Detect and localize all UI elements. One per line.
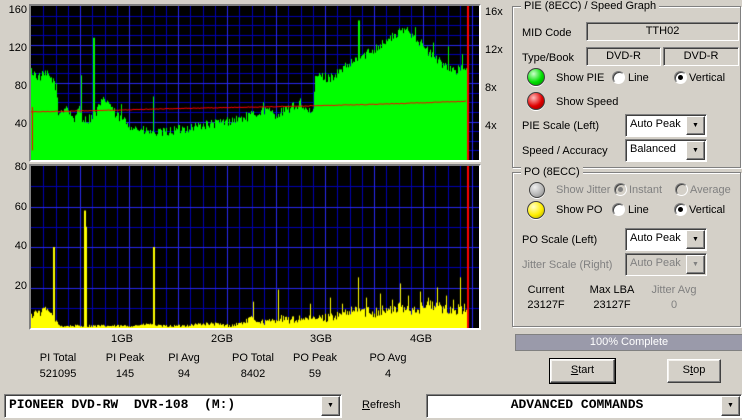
max-lba: Max LBA 23127F — [577, 284, 647, 311]
type-field: DVD-R — [586, 47, 661, 66]
show-speed-led-button[interactable] — [527, 92, 545, 110]
show-jitter-label: Show Jitter — [556, 184, 611, 196]
advanced-commands-value: ADVANCED COMMANDS — [510, 397, 644, 412]
po-scale-label: PO Scale (Left) — [522, 234, 598, 246]
radio-pie-vertical[interactable] — [674, 71, 687, 84]
jitter-avg: Jitter Avg 0 — [639, 284, 709, 311]
stat-label: PO Avg — [369, 352, 407, 364]
radio-pie-line[interactable] — [612, 71, 625, 84]
mid-code-label: MID Code — [522, 27, 572, 39]
jitter-avg-value: 0 — [670, 299, 678, 311]
progress-bar: 100% Complete — [515, 334, 742, 351]
po-group-title: PO (8ECC) — [521, 166, 583, 178]
pie-scale-combo[interactable]: Auto Peak ▼ — [625, 114, 707, 137]
radio-pie-vertical-label: Vertical — [689, 72, 726, 84]
dropdown-arrow-icon: ▼ — [327, 402, 334, 409]
speed-accuracy-combo[interactable]: Balanced ▼ — [625, 139, 707, 162]
max-lba-label: Max LBA — [589, 284, 635, 296]
pie-axis-tick: 80 — [14, 80, 27, 92]
stat-po-avg: PO Avg 4 — [348, 352, 428, 380]
jitter-scale-label: Jitter Scale (Right) — [522, 259, 613, 271]
speed-axis-tick: 4x — [485, 120, 497, 132]
book-field: DVD-R — [663, 47, 739, 66]
show-po-led-button[interactable] — [527, 201, 545, 219]
current-lba: Current 23127F — [511, 284, 581, 311]
dropdown-arrow-icon: ▼ — [692, 122, 699, 129]
advanced-commands-combo-button[interactable]: ▼ — [721, 396, 740, 416]
x-axis-tick: 1GB — [110, 333, 133, 345]
radio-po-line-label: Line — [628, 204, 649, 216]
po-axis-tick: 40 — [14, 240, 27, 252]
drive-select-value: PIONEER DVD-RW DVR-108 (M:) — [9, 397, 236, 412]
stat-value: 4 — [384, 368, 392, 380]
po-scale-combo-button[interactable]: ▼ — [686, 230, 705, 249]
current-value: 23127F — [527, 299, 565, 311]
pie-scale-combo-button[interactable]: ▼ — [686, 116, 705, 135]
radio-jitter-average-label: Average — [690, 184, 731, 196]
show-pie-led-button[interactable] — [527, 68, 545, 86]
pie-axis-tick: 40 — [14, 118, 27, 130]
po-scale-combo[interactable]: Auto Peak ▼ — [625, 228, 707, 251]
pie-speed-graph — [29, 4, 481, 162]
stat-label: PO Peak — [292, 352, 338, 364]
dropdown-arrow-icon: ▼ — [727, 402, 734, 409]
speed-accuracy-combo-button[interactable]: ▼ — [686, 141, 705, 160]
po-axis-tick: 20 — [14, 280, 27, 292]
drive-select-combo-button[interactable]: ▼ — [321, 396, 340, 416]
po-graph — [29, 164, 481, 330]
jitter-avg-label: Jitter Avg — [651, 284, 697, 296]
start-button[interactable]: Start — [549, 358, 616, 384]
stat-label: PI Avg — [168, 352, 200, 364]
mid-code-field: TTH02 — [586, 22, 739, 41]
dropdown-arrow-icon: ▼ — [692, 236, 699, 243]
speed-accuracy-label: Speed / Accuracy — [522, 145, 608, 157]
pie-scale-label: PIE Scale (Left) — [522, 120, 600, 132]
jitter-scale-combo-button: ▼ — [686, 255, 705, 274]
refresh-link[interactable]: Refresh — [362, 399, 401, 411]
current-label: Current — [527, 284, 565, 296]
speed-accuracy-value: Balanced — [630, 143, 676, 155]
radio-jitter-instant-label: Instant — [629, 184, 663, 196]
show-pie-label: Show PIE — [556, 72, 605, 84]
max-lba-value: 23127F — [593, 299, 631, 311]
type-book-label: Type/Book — [522, 52, 574, 64]
disc-quality-scan-app: 160 120 80 40 16x 12x 8x 4x 80 60 40 20 … — [0, 0, 742, 420]
stop-button[interactable]: Stop — [667, 359, 721, 383]
show-jitter-led-button — [529, 182, 545, 198]
x-axis-tick: 4GB — [409, 333, 432, 345]
pie-axis-tick: 160 — [8, 4, 27, 16]
show-speed-label: Show Speed — [556, 96, 619, 108]
speed-axis-tick: 8x — [485, 82, 497, 94]
speed-axis-tick: 16x — [485, 6, 503, 18]
advanced-commands-combo[interactable]: ADVANCED COMMANDS ▼ — [426, 394, 742, 418]
stat-po-peak: PO Peak 59 — [275, 352, 355, 380]
po-axis-tick: 80 — [14, 161, 27, 173]
radio-po-vertical-label: Vertical — [689, 204, 726, 216]
radio-pie-line-label: Line — [628, 72, 649, 84]
x-axis-tick: 3GB — [309, 333, 332, 345]
jitter-scale-combo: Auto Peak ▼ — [625, 253, 707, 276]
speed-axis-tick: 12x — [485, 44, 503, 56]
radio-jitter-instant — [614, 183, 627, 196]
stat-value: 94 — [177, 368, 191, 380]
stat-value: 59 — [308, 368, 322, 380]
radio-jitter-average — [675, 183, 688, 196]
jitter-scale-value: Auto Peak — [630, 257, 681, 269]
drive-select-combo[interactable]: PIONEER DVD-RW DVR-108 (M:) ▼ — [4, 394, 342, 418]
radio-po-line[interactable] — [612, 203, 625, 216]
po-scale-value: Auto Peak — [630, 232, 681, 244]
dropdown-arrow-icon: ▼ — [692, 261, 699, 268]
po-graph-canvas — [31, 166, 479, 328]
dropdown-arrow-icon: ▼ — [692, 147, 699, 154]
radio-po-vertical[interactable] — [674, 203, 687, 216]
x-axis-tick: 2GB — [210, 333, 233, 345]
pie-speed-group-title: PIE (8ECC) / Speed Graph — [521, 0, 660, 12]
pie-speed-graph-canvas — [31, 6, 479, 160]
pie-scale-value: Auto Peak — [630, 118, 681, 130]
stat-pi-avg: PI Avg 94 — [144, 352, 224, 380]
po-axis-tick: 60 — [14, 201, 27, 213]
show-po-label: Show PO — [556, 204, 603, 216]
pie-axis-tick: 120 — [8, 42, 27, 54]
